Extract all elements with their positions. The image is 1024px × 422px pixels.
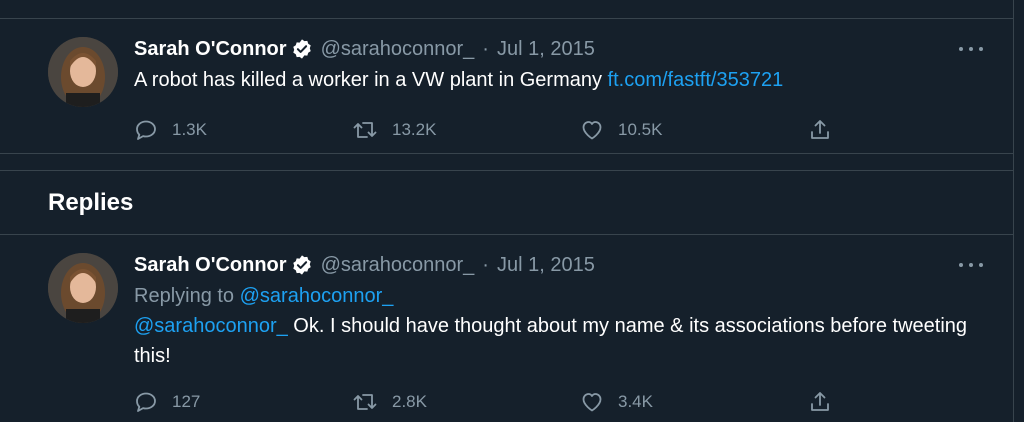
tweet-link[interactable]: ft.com/fastft/353721	[608, 69, 784, 91]
more-horizontal-icon[interactable]	[959, 39, 983, 59]
like-button[interactable]: 10.5K	[580, 115, 662, 145]
share-button[interactable]	[808, 115, 846, 145]
tweet-body: A robot has killed a worker in a VW plan…	[134, 69, 608, 91]
like-count: 3.4K	[618, 392, 653, 411]
reply-button[interactable]: 127	[134, 387, 200, 417]
tweet-text: A robot has killed a worker in a VW plan…	[134, 65, 983, 95]
separator-dot: ·	[482, 37, 489, 60]
mention-link[interactable]: @sarahoconnor_	[134, 315, 288, 337]
retweet-button[interactable]: 2.8K	[352, 387, 427, 417]
reply-button[interactable]: 1.3K	[134, 115, 207, 145]
avatar[interactable]	[48, 37, 118, 107]
more-horizontal-icon[interactable]	[959, 255, 983, 275]
heart-icon	[582, 121, 602, 140]
reply-count: 127	[172, 392, 201, 411]
retweet-icon	[353, 122, 377, 138]
top-divider	[0, 0, 1013, 19]
reply-bubble-icon	[136, 392, 156, 412]
share-icon	[811, 392, 829, 411]
replies-heading: Replies	[0, 171, 1013, 235]
replying-to-label: Replying to	[134, 285, 240, 307]
like-count: 10.5K	[618, 120, 663, 139]
tweet-header: Sarah O'Connor @sarahoconnor_ · Jul 1, 2…	[134, 249, 983, 281]
retweet-count: 13.2K	[392, 120, 437, 139]
replying-to-handle[interactable]: @sarahoconnor_	[240, 285, 394, 307]
verified-badge-icon	[291, 254, 313, 276]
separator-dot: ·	[482, 253, 489, 276]
replying-to-line: Replying to @sarahoconnor_	[134, 281, 983, 311]
tweet-thread: Sarah O'Connor @sarahoconnor_ · Jul 1, 2…	[0, 0, 1014, 422]
section-divider	[0, 153, 1013, 171]
retweet-icon	[353, 394, 377, 410]
share-button[interactable]	[808, 387, 846, 417]
like-button[interactable]: 3.4K	[580, 387, 653, 417]
author-handle[interactable]: @sarahoconnor_	[321, 38, 475, 61]
tweet-date[interactable]: Jul 1, 2015	[497, 254, 595, 277]
reply-count: 1.3K	[172, 120, 207, 139]
tweet-actions: 127 2.8K 3.4K	[134, 387, 843, 417]
author-name[interactable]: Sarah O'Connor	[134, 38, 287, 61]
retweet-button[interactable]: 13.2K	[352, 115, 436, 145]
tweet-reply[interactable]: Sarah O'Connor @sarahoconnor_ · Jul 1, 2…	[0, 235, 1013, 420]
tweet-actions: 1.3K 13.2K 10.5K	[134, 115, 843, 145]
share-icon	[811, 120, 829, 139]
tweet-header: Sarah O'Connor @sarahoconnor_ · Jul 1, 2…	[134, 33, 983, 65]
tweet-text: @sarahoconnor_ Ok. I should have thought…	[134, 311, 983, 371]
verified-badge-icon	[291, 38, 313, 60]
tweet-date[interactable]: Jul 1, 2015	[497, 38, 595, 61]
avatar[interactable]	[48, 253, 118, 323]
retweet-count: 2.8K	[392, 392, 427, 411]
heart-icon	[582, 393, 602, 412]
author-handle[interactable]: @sarahoconnor_	[321, 254, 475, 277]
tweet-main[interactable]: Sarah O'Connor @sarahoconnor_ · Jul 1, 2…	[0, 19, 1013, 153]
author-name[interactable]: Sarah O'Connor	[134, 254, 287, 277]
reply-bubble-icon	[136, 120, 156, 140]
